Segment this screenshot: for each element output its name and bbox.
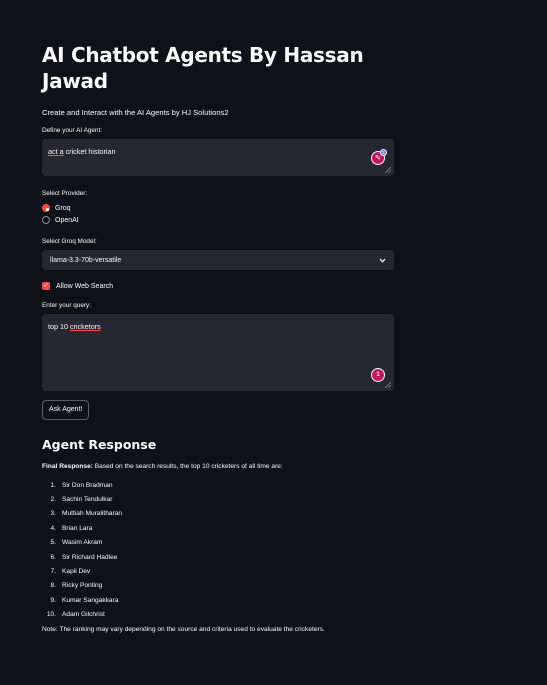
- list-item: 5. Wasim Akram: [50, 539, 103, 547]
- model-select-value: llama-3.3-70b-versatile: [50, 256, 122, 264]
- model-label: Select Groq Model:: [42, 238, 97, 245]
- list-item: 2. Sachin Tendulkar: [50, 496, 113, 504]
- model-select[interactable]: llama-3.3-70b-versatile: [42, 250, 394, 270]
- cricketer-list: 1. Sir Don Bradman 2. Sachin Tendulkar 3. M…: [42, 478, 394, 622]
- list-item: 10. Adam Gilchrist: [46, 611, 105, 619]
- page-title-line-2: Jawad: [42, 69, 108, 93]
- grammarly-icon[interactable]: ✎ 2: [371, 149, 387, 165]
- provider-label: Select Provider:: [42, 190, 88, 197]
- page-title-line-1: AI Chatbot Agents By Hassan: [42, 43, 364, 67]
- query-textarea[interactable]: top 10 cricketors 1: [42, 314, 394, 391]
- list-item: 6. Sir Richard Hadlee: [50, 553, 118, 561]
- provider-option-label: OpenAI: [55, 216, 79, 224]
- page-subtitle: Create and Interact with the AI Agents b…: [42, 108, 229, 117]
- chevron-down-icon: [379, 258, 386, 263]
- ask-agent-button[interactable]: Ask Agent!: [42, 400, 90, 420]
- check-icon[interactable]: ✓: [42, 282, 50, 290]
- grammarly-icon[interactable]: 1: [371, 368, 385, 382]
- agent-definition-label: Define your AI Agent:: [42, 127, 103, 134]
- radio-unselected-icon[interactable]: [42, 216, 50, 224]
- web-search-toggle[interactable]: ✓ Allow Web Search: [42, 280, 394, 292]
- resize-handle-icon[interactable]: [384, 381, 391, 388]
- list-item: 8. Ricky Ponting: [50, 582, 103, 590]
- grammar-count-badge: 2: [380, 149, 387, 156]
- list-item: 7. Kapil Dev: [50, 568, 91, 576]
- web-search-label: Allow Web Search: [56, 282, 114, 290]
- list-item: 3. Muttiah Muralitharan: [50, 510, 123, 518]
- provider-option-openai[interactable]: OpenAI: [42, 214, 394, 226]
- final-response-body: Based on the search results, the top 10 …: [92, 463, 283, 470]
- final-response-label: Final Response:: [42, 463, 93, 470]
- list-item: 1. Sir Don Bradman: [50, 481, 113, 489]
- resize-handle-icon[interactable]: [384, 166, 391, 173]
- provider-option-groq[interactable]: Groq: [42, 202, 394, 214]
- query-text: top 10 cricketors: [48, 322, 101, 331]
- main-content: AI Chatbot Agents By Hassan Jawad Create…: [42, 42, 394, 633]
- agent-definition-text: act a cricket historian: [48, 147, 116, 156]
- app-page: AI Chatbot Agents By Hassan Jawad Create…: [0, 0, 547, 685]
- response-note: Note: The ranking may vary depending on …: [42, 625, 325, 633]
- final-response-text: Final Response: Based on the search resu…: [42, 463, 394, 470]
- list-item: 4. Brian Lara: [50, 524, 93, 532]
- list-item: 9. Kumar Sangakkara: [50, 596, 119, 604]
- agent-response-heading: Agent Response: [42, 437, 157, 452]
- agent-definition-textarea[interactable]: act a cricket historian ✎ 2: [42, 139, 394, 176]
- provider-option-label: Groq: [55, 204, 71, 212]
- radio-selected-icon[interactable]: [42, 204, 50, 212]
- page-title: AI Chatbot Agents By Hassan Jawad: [42, 42, 394, 94]
- query-label: Enter your query:: [42, 302, 92, 309]
